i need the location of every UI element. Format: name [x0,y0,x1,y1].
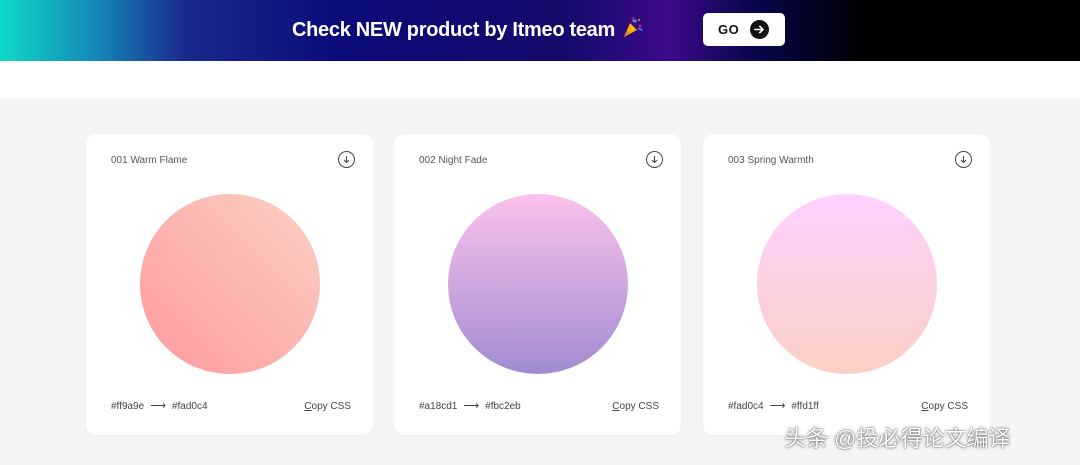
hex-row: #a18cd1 ⟶ #fbc2eb [419,399,521,412]
watermark: 头条 @投必得论文编译 [784,426,1011,451]
copy-css-button[interactable]: Copy CSS [921,401,968,412]
gradient-swatch [448,194,628,374]
copy-css-label: Copy CSS [921,401,968,412]
arrow-right-icon: ⟶ [463,400,480,412]
download-icon[interactable] [955,151,972,168]
banner-text: Check NEW product by Itmeo team [292,16,643,42]
banner-message: Check NEW product by Itmeo team [292,19,615,41]
card-title: 001 Warm Flame [111,155,188,166]
copy-css-button[interactable]: Copy CSS [612,401,659,412]
promo-banner: Check NEW product by Itmeo team GO [0,0,1080,61]
gradient-card: 002 Night Fade #a18cd1 ⟶ #fbc2eb Copy CSS [394,134,681,435]
hex-to: #fbc2eb [485,401,521,412]
gradient-card: 001 Warm Flame #ff9a9e ⟶ #fad0c4 Copy CSS [86,134,373,435]
hex-from: #a18cd1 [419,401,458,412]
party-popper-icon [621,16,643,39]
card-title: 003 Spring Warmth [728,155,814,166]
go-button[interactable]: GO [703,13,785,46]
hex-from: #fad0c4 [728,401,764,412]
hex-to: #fad0c4 [171,401,208,412]
copy-css-label: Copy CSS [612,401,659,412]
hex-row: #fad0c4 ⟶ #ffd1ff [728,399,819,412]
gradient-swatch [757,194,937,374]
hex-from: #ff9a9e [111,401,145,412]
header-strip [0,61,1080,99]
download-icon[interactable] [338,151,355,168]
arrow-right-icon: ⟶ [769,400,786,412]
go-label: GO [718,22,740,37]
copy-css-label: Copy CSS [304,401,351,412]
download-icon[interactable] [646,151,663,168]
copy-css-button[interactable]: Copy CSS [304,401,351,412]
arrow-right-icon: ⟶ [150,400,166,412]
gradient-swatch [140,194,320,374]
hex-to: #ffd1ff [791,401,819,412]
gradient-card: 003 Spring Warmth #fad0c4 ⟶ #ffd1ff Copy C… [703,134,990,435]
arrow-right-icon [750,20,769,39]
hex-row: #ff9a9e ⟶ #fad0c4 [111,399,208,412]
card-title: 002 Night Fade [419,155,488,166]
